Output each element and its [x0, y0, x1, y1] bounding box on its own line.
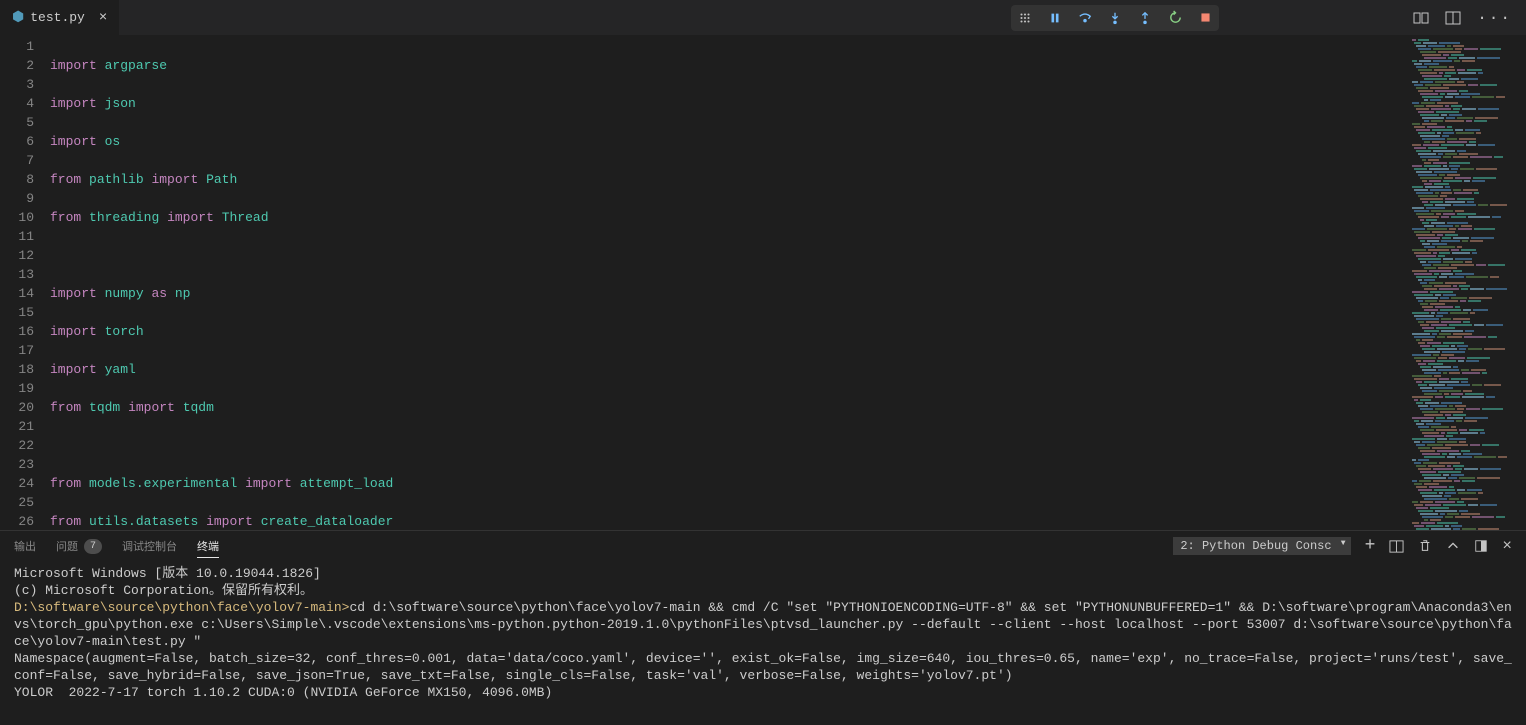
python-file-icon: ⬢ [12, 9, 24, 26]
drag-handle-icon[interactable] [1015, 8, 1035, 28]
terminal-output[interactable]: Microsoft Windows [版本 10.0.19044.1826](c… [0, 561, 1526, 725]
editor-tab[interactable]: ⬢ test.py × [0, 0, 119, 35]
tab-bar: ⬢ test.py × ··· [0, 0, 1526, 35]
split-editor-icon[interactable] [1445, 10, 1461, 26]
line-gutter: 1234567891011121314151617181920212223242… [0, 35, 50, 530]
editor-actions: ··· [1399, 9, 1526, 27]
trash-icon[interactable] [1418, 539, 1432, 553]
terminal-selector[interactable]: 2: Python Debug Consc [1173, 537, 1350, 555]
tab-terminal[interactable]: 终端 [197, 538, 219, 558]
restart-icon[interactable] [1165, 8, 1185, 28]
tab-problems[interactable]: 问题7 [56, 538, 102, 554]
code-editor[interactable]: import argparse import json import os fr… [50, 35, 1406, 530]
tab-filename: test.py [30, 10, 85, 25]
close-icon[interactable]: × [99, 10, 107, 26]
problems-badge: 7 [84, 539, 102, 554]
bottom-panel: 输出 问题7 调试控制台 终端 2: Python Debug Consc + … [0, 530, 1526, 725]
step-out-icon[interactable] [1135, 8, 1155, 28]
tab-output[interactable]: 输出 [14, 538, 36, 554]
close-panel-icon[interactable]: × [1502, 537, 1512, 555]
step-into-icon[interactable] [1105, 8, 1125, 28]
maximize-panel-icon[interactable] [1474, 539, 1488, 553]
split-terminal-icon[interactable] [1389, 539, 1404, 554]
tab-debug-console[interactable]: 调试控制台 [122, 538, 177, 554]
compare-icon[interactable] [1413, 10, 1429, 26]
minimap[interactable] [1406, 35, 1526, 530]
panel-tabs: 输出 问题7 调试控制台 终端 2: Python Debug Consc + … [0, 531, 1526, 561]
more-icon[interactable]: ··· [1477, 9, 1512, 27]
stop-icon[interactable] [1195, 8, 1215, 28]
debug-toolbar [1011, 5, 1219, 31]
editor-body: 1234567891011121314151617181920212223242… [0, 35, 1526, 530]
step-over-icon[interactable] [1075, 8, 1095, 28]
chevron-up-icon[interactable] [1446, 539, 1460, 553]
new-terminal-icon[interactable]: + [1365, 536, 1376, 556]
pause-icon[interactable] [1045, 8, 1065, 28]
